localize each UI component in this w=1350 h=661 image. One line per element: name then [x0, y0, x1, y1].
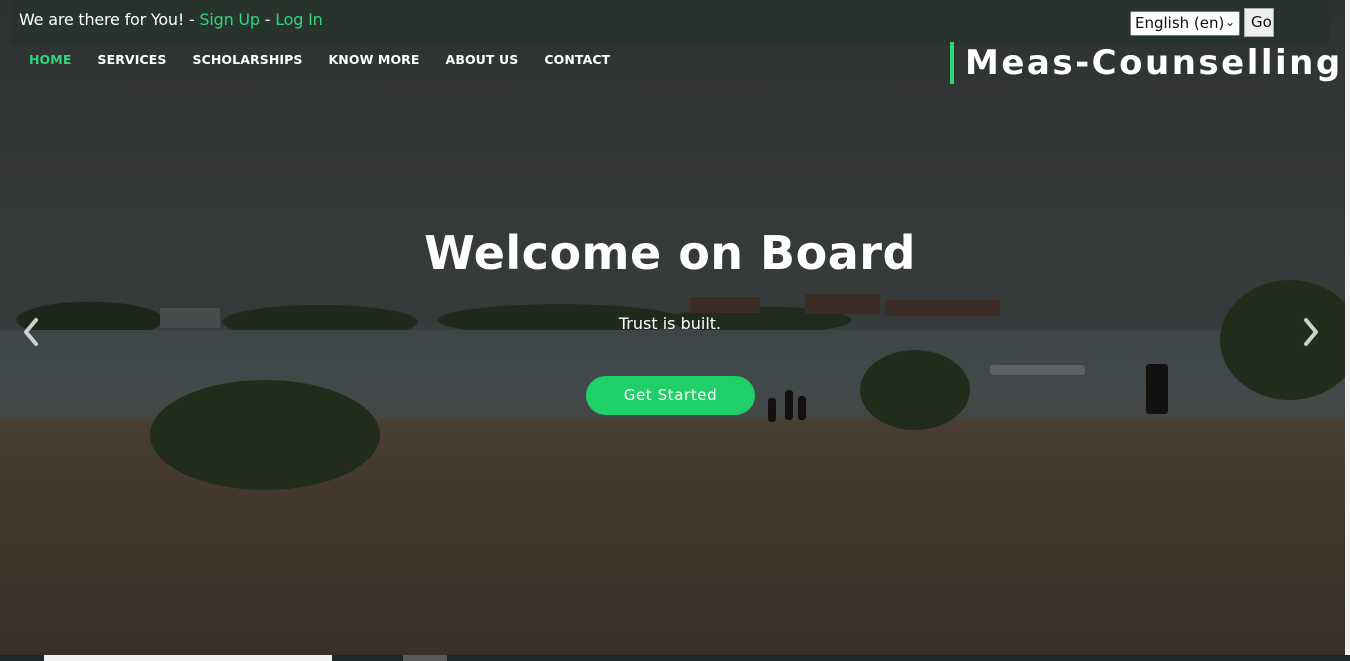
hero-title: Welcome on Board: [424, 226, 916, 280]
hero-subtitle: Trust is built.: [618, 314, 722, 333]
nav-item-home[interactable]: HOME: [29, 52, 71, 67]
chevron-down-icon: ⌄: [1224, 15, 1235, 29]
bottom-strip-segment: [403, 655, 447, 661]
bottom-strip-segment: [44, 655, 332, 661]
nav-item-scholarships[interactable]: SCHOLARSHIPS: [192, 52, 302, 67]
nav-item-about-us[interactable]: ABOUT US: [446, 52, 519, 67]
bottom-strip: [0, 655, 1350, 661]
carousel-prev-button[interactable]: [19, 312, 43, 352]
go-button[interactable]: Go: [1244, 8, 1274, 37]
brand-logo[interactable]: Meas-Counselling: [950, 42, 1343, 84]
welcome-message: We are there for You! - Sign Up - Log In: [19, 10, 323, 29]
sign-up-link[interactable]: Sign Up: [199, 10, 260, 29]
nav-item-know-more[interactable]: KNOW MORE: [329, 52, 420, 67]
chevron-right-icon: [1304, 318, 1318, 346]
carousel-next-button[interactable]: [1299, 312, 1323, 352]
get-started-button[interactable]: Get Started: [586, 376, 755, 415]
chevron-left-icon: [24, 318, 38, 346]
main-nav: HOME SERVICES SCHOLARSHIPS KNOW MORE ABO…: [29, 52, 636, 67]
top-bar: We are there for You! - Sign Up - Log In…: [11, 0, 1330, 45]
language-select[interactable]: English (en) ⌄: [1130, 11, 1240, 36]
log-in-link[interactable]: Log In: [275, 10, 323, 29]
nav-item-contact[interactable]: CONTACT: [544, 52, 610, 67]
language-selected-value: English (en): [1135, 14, 1225, 32]
nav-item-services[interactable]: SERVICES: [97, 52, 166, 67]
link-separator: -: [259, 10, 276, 29]
vertical-scrollbar[interactable]: [1345, 0, 1350, 655]
welcome-text: We are there for You! -: [19, 10, 200, 29]
